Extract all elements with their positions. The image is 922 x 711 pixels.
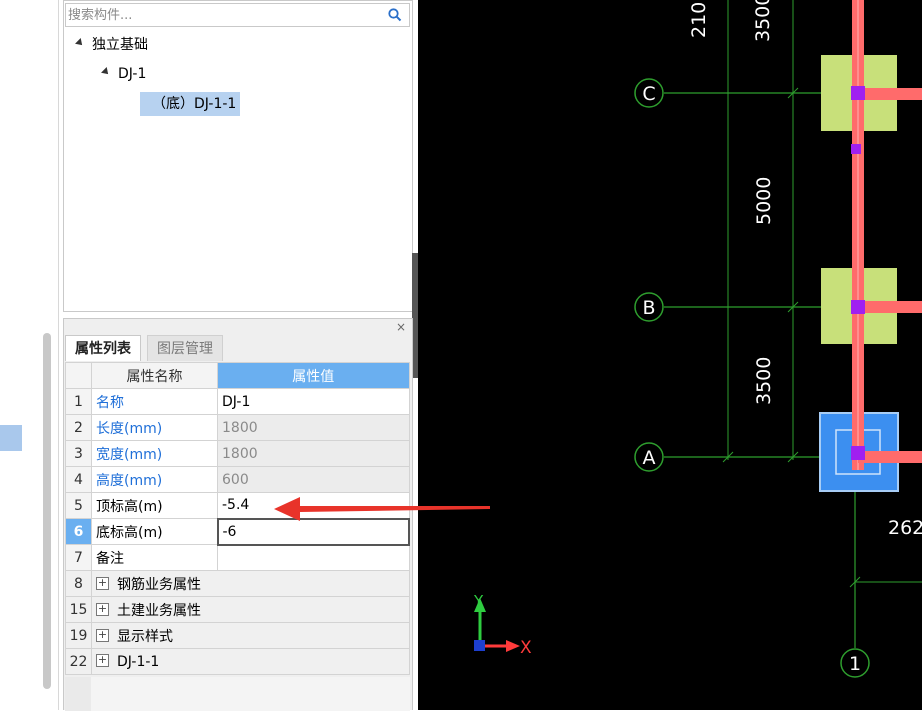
axis-label-b: B: [642, 297, 655, 319]
row-number: 8: [65, 570, 92, 597]
left-panel-selected-item[interactable]: [0, 425, 22, 451]
tree-node-label: （底）DJ-1-1: [152, 96, 237, 112]
tree-node-root[interactable]: 独立基础: [75, 33, 148, 57]
table-row[interactable]: 4 高度(mm) 600: [65, 466, 410, 493]
property-group[interactable]: + 土建业务属性: [91, 596, 410, 623]
dimension-text: 3500: [752, 0, 774, 42]
expand-plus-icon[interactable]: +: [96, 654, 109, 667]
search-box: [65, 3, 410, 27]
table-row-group[interactable]: 8 + 钢筋业务属性: [65, 570, 410, 597]
property-name: 名称: [91, 388, 218, 415]
property-group-label: 钢筋业务属性: [117, 576, 201, 593]
table-row-group[interactable]: 15 + 土建业务属性: [65, 596, 410, 623]
grid-number-column-fill: [65, 677, 91, 711]
row-number: 1: [65, 388, 92, 415]
table-row[interactable]: 7 备注: [65, 544, 410, 571]
property-name: 宽度(mm): [91, 440, 218, 467]
property-name: 底标高(m): [91, 518, 218, 545]
tree-node-dj1[interactable]: DJ-1: [101, 62, 147, 86]
ucs-x-label: X: [520, 638, 532, 658]
expand-plus-icon[interactable]: +: [96, 577, 109, 590]
property-group[interactable]: + DJ-1-1: [91, 648, 410, 675]
property-group[interactable]: + 显示样式: [91, 622, 410, 649]
property-value[interactable]: 1800: [217, 414, 410, 441]
property-name: 备注: [91, 544, 218, 571]
node-a[interactable]: [851, 446, 865, 460]
ucs-origin: [474, 640, 485, 651]
search-icon[interactable]: [387, 7, 403, 23]
left-panel: [0, 0, 59, 710]
row-number: 19: [65, 622, 92, 649]
expand-plus-icon[interactable]: +: [96, 603, 109, 616]
table-row-group[interactable]: 22 + DJ-1-1: [65, 648, 410, 675]
close-icon[interactable]: ×: [396, 319, 406, 335]
row-number: 3: [65, 440, 92, 467]
tab-property-list[interactable]: 属性列表: [65, 335, 141, 361]
node-c[interactable]: [851, 86, 865, 100]
component-tree-panel: 独立基础 DJ-1 （底）DJ-1-1: [63, 0, 413, 312]
node-mid[interactable]: [851, 144, 861, 154]
dimension-text: 5000: [753, 177, 775, 225]
property-value[interactable]: DJ-1: [217, 388, 410, 415]
dimension-text: 262: [888, 517, 922, 539]
property-group-label: DJ-1-1: [117, 653, 160, 670]
annotation-arrow-icon: [274, 497, 490, 521]
axis-label-c: C: [642, 83, 655, 105]
row-number: 4: [65, 466, 92, 493]
row-number: 22: [65, 648, 92, 675]
tree-node-dj1-1[interactable]: （底）DJ-1-1: [140, 92, 241, 116]
row-number: 6: [65, 518, 92, 545]
ucs-x-arrow-icon: [506, 640, 520, 652]
table-row[interactable]: 1 名称 DJ-1: [65, 388, 410, 415]
property-value[interactable]: 1800: [217, 440, 410, 467]
table-row-group[interactable]: 19 + 显示样式: [65, 622, 410, 649]
header-property-name: 属性名称: [91, 362, 218, 389]
row-number: 15: [65, 596, 92, 623]
expand-plus-icon[interactable]: +: [96, 629, 109, 642]
left-panel-scrollbar[interactable]: [43, 333, 51, 689]
property-group[interactable]: + 钢筋业务属性: [91, 570, 410, 597]
expand-triangle-icon[interactable]: [75, 38, 85, 48]
beam-a[interactable]: [858, 451, 922, 463]
tree-node-label: DJ-1: [118, 66, 147, 82]
property-group-label: 显示样式: [117, 628, 173, 645]
property-value[interactable]: 600: [217, 466, 410, 493]
property-name: 高度(mm): [91, 466, 218, 493]
grid-empty-area: [65, 677, 410, 711]
cad-drawing[interactable]: C B A 1 210 3500 5000 3500 262 Y X: [418, 0, 922, 710]
search-input[interactable]: [68, 5, 378, 25]
drawing-canvas[interactable]: C B A 1 210 3500 5000 3500 262 Y X: [418, 0, 922, 710]
tree-node-label: 独立基础: [92, 37, 148, 53]
beam-b[interactable]: [858, 301, 922, 313]
table-row[interactable]: 3 宽度(mm) 1800: [65, 440, 410, 467]
dimension-text: 210: [688, 2, 710, 38]
table-row[interactable]: 2 长度(mm) 1800: [65, 414, 410, 441]
property-name: 顶标高(m): [91, 492, 218, 519]
header-property-value: 属性值: [217, 362, 410, 389]
property-value[interactable]: [217, 544, 410, 571]
row-number: 5: [65, 492, 92, 519]
beam-c[interactable]: [858, 88, 922, 100]
tab-layer-management[interactable]: 图层管理: [147, 335, 223, 361]
axis-label-1: 1: [849, 653, 861, 675]
property-group-label: 土建业务属性: [117, 602, 201, 619]
axis-label-a: A: [643, 447, 656, 469]
node-b[interactable]: [851, 300, 865, 314]
header-corner: [65, 362, 92, 389]
ucs-y-label: Y: [473, 592, 484, 610]
row-number: 7: [65, 544, 92, 571]
row-number: 2: [65, 414, 92, 441]
property-name: 长度(mm): [91, 414, 218, 441]
dimension-text: 3500: [753, 357, 775, 405]
expand-triangle-icon[interactable]: [101, 67, 111, 77]
